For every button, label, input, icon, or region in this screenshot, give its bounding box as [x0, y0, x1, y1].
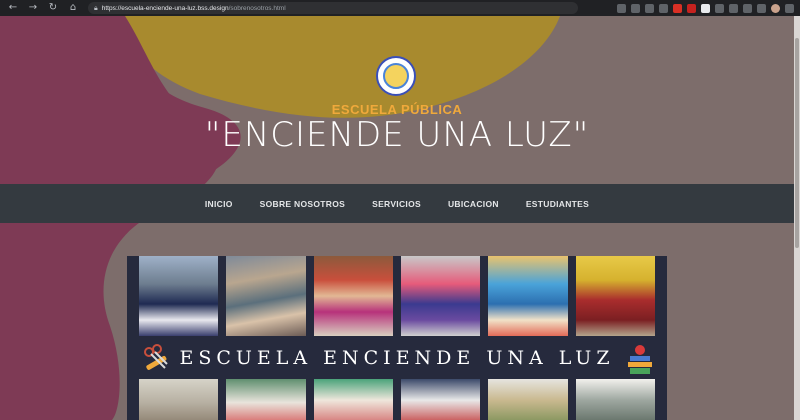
- collections-icon[interactable]: [757, 3, 766, 13]
- banner-title: ESCUELA ENCIENDE UNA LUZ: [179, 347, 615, 369]
- books-apple-icon: [628, 345, 652, 374]
- photo-row-bottom: [139, 379, 655, 420]
- address-bar[interactable]: 🔒︎ https://escuela-enciende-una-luz.bss.…: [88, 2, 578, 14]
- photo-students-parade: [139, 256, 219, 336]
- photo-outdoor-event: [313, 379, 393, 420]
- read-aloud-icon[interactable]: [617, 3, 626, 13]
- nav-item-sobre-nosotros[interactable]: SOBRE NOSOTROS: [260, 199, 345, 209]
- lock-icon: 🔒︎: [94, 3, 98, 12]
- extension-white-icon[interactable]: [701, 3, 710, 13]
- reader-view-icon[interactable]: [631, 3, 640, 13]
- photo-school-yard: [488, 379, 568, 420]
- favorite-star-icon[interactable]: [645, 3, 654, 13]
- photo-teachers-group: [226, 379, 306, 420]
- photo-students-crowd: [226, 256, 306, 336]
- photo-classroom-group: [488, 256, 568, 336]
- nav-item-estudiantes[interactable]: ESTUDIANTES: [526, 199, 589, 209]
- nav-item-ubicacion[interactable]: UBICACION: [448, 199, 499, 209]
- nav-item-inicio[interactable]: INICIO: [205, 199, 233, 209]
- photo-row-top: [139, 256, 655, 336]
- photo-band-uniforms: [575, 256, 655, 336]
- school-photo-banner: ESCUELA ENCIENDE UNA LUZ: [127, 256, 667, 420]
- photo-costume-festival: [313, 256, 393, 336]
- page-scrollbar[interactable]: [794, 16, 800, 420]
- nav-item-servicios[interactable]: SERVICIOS: [372, 199, 421, 209]
- main-navigation: INICIO SOBRE NOSOTROS SERVICIOS UBICACIO…: [0, 184, 794, 223]
- photo-flag-ceremony: [400, 379, 481, 420]
- url-text: https://escuela-enciende-una-luz.bss.des…: [101, 4, 286, 12]
- extension-icon[interactable]: [659, 3, 668, 13]
- photo-classroom-window: [139, 379, 219, 420]
- logo-emblem-icon: [383, 63, 409, 89]
- extensions-puzzle-icon[interactable]: [715, 3, 724, 13]
- web-page: ESCUELA PÚBLICA "ENCIENDE UNA LUZ" INICI…: [0, 16, 794, 420]
- school-name-heading: "ENCIENDE UNA LUZ": [204, 115, 590, 155]
- extension-red-icon[interactable]: [673, 3, 682, 13]
- photo-students-outside: [575, 379, 655, 420]
- photo-children-banner: [400, 256, 481, 336]
- split-screen-icon[interactable]: [729, 3, 738, 13]
- adblock-icon[interactable]: [687, 3, 696, 13]
- forward-icon[interactable]: →: [24, 1, 42, 15]
- school-logo: [376, 56, 416, 96]
- hero-section: ESCUELA PÚBLICA "ENCIENDE UNA LUZ": [0, 16, 794, 184]
- browser-toolbar: ← → ↻ ⌂ 🔒︎ https://escuela-enciende-una-…: [0, 0, 800, 16]
- home-icon[interactable]: ⌂: [64, 1, 82, 15]
- back-icon[interactable]: ←: [4, 1, 22, 15]
- more-menu-icon[interactable]: [785, 3, 794, 13]
- favorites-icon[interactable]: [743, 3, 752, 13]
- reload-icon[interactable]: ↻: [44, 1, 62, 15]
- profile-avatar-icon[interactable]: [771, 3, 780, 13]
- scrollbar-thumb[interactable]: [795, 38, 799, 248]
